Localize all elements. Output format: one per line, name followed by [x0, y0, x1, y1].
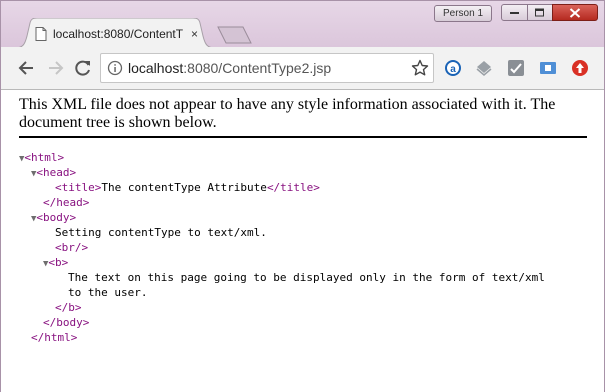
checklist-extension-icon[interactable]: [506, 58, 526, 78]
title-text: The contentType Attribute: [101, 181, 267, 194]
svg-text:a: a: [450, 64, 456, 75]
alert-extension-icon[interactable]: [570, 58, 590, 78]
url-path: :8080/ContentType2.jsp: [183, 60, 332, 76]
body-text: Setting contentType to text/xml.: [55, 226, 267, 239]
tag-head-open: <head>: [36, 166, 77, 179]
tree-node-br: <br/>: [55, 240, 88, 255]
tree-node-b-close: </b>: [55, 300, 82, 315]
forward-icon[interactable]: [45, 58, 65, 78]
tree-node-html-close: </html>: [31, 330, 77, 345]
tag-b-open: <b>: [48, 256, 69, 269]
divider: [19, 136, 587, 138]
minimize-icon: [509, 11, 519, 14]
tag-title-open: <title>: [55, 181, 102, 194]
tag-html-close: </html>: [31, 331, 78, 344]
tag-b-close: </b>: [55, 301, 82, 314]
tree-node-head-close: </head>: [43, 195, 89, 210]
xml-notice: This XML file does not appear to have an…: [19, 96, 556, 131]
address-bar[interactable]: localhost:8080/ContentType2.jsp: [100, 53, 434, 83]
tree-node-body-close: </body>: [43, 315, 89, 330]
tree-node-b-open[interactable]: ▼<b>: [43, 255, 68, 272]
page-content: This XML file does not appear to have an…: [1, 90, 604, 392]
toolbar: localhost:8080/ContentType2.jsp a: [1, 47, 604, 90]
url-text: localhost:8080/ContentType2.jsp: [128, 60, 331, 76]
tag-body-close: </body>: [43, 316, 90, 329]
minimize-button[interactable]: [501, 4, 528, 21]
layers-extension-icon[interactable]: [474, 58, 494, 78]
star-icon[interactable]: [411, 59, 429, 77]
tag-title-close: </title>: [266, 181, 320, 194]
close-window-button[interactable]: [552, 4, 598, 21]
b-text-line-1: The text on this page going to be displa…: [68, 271, 545, 284]
tag-br: <br/>: [55, 241, 89, 254]
amazon-extension-icon[interactable]: a: [443, 58, 463, 78]
title-bar: Person 1 localhost:8080/ContentT ×: [1, 1, 604, 48]
back-icon[interactable]: [17, 58, 37, 78]
tab-title: localhost:8080/ContentT: [53, 27, 184, 41]
browser-window: Person 1 localhost:8080/ContentT × local…: [0, 0, 605, 392]
tag-body-open: <body>: [36, 211, 77, 224]
document-icon: [35, 27, 47, 41]
new-tab-button[interactable]: [217, 26, 253, 44]
tab-active[interactable]: localhost:8080/ContentT ×: [15, 18, 215, 48]
profile-button[interactable]: Person 1: [434, 5, 492, 22]
tag-head-close: </head>: [43, 196, 90, 209]
reload-icon[interactable]: [73, 58, 93, 78]
info-icon[interactable]: [107, 60, 123, 76]
tag-html-open: <html>: [24, 151, 65, 164]
close-tab-icon[interactable]: ×: [191, 27, 198, 41]
maximize-icon: [535, 8, 544, 16]
b-text-line-2: to the user.: [68, 286, 148, 299]
url-host: localhost: [128, 60, 184, 76]
screen-extension-icon[interactable]: [538, 58, 558, 78]
tree-node-title: <title>The contentType Attribute</title>: [55, 180, 320, 195]
maximize-button[interactable]: [527, 4, 553, 21]
close-icon: [569, 7, 581, 18]
